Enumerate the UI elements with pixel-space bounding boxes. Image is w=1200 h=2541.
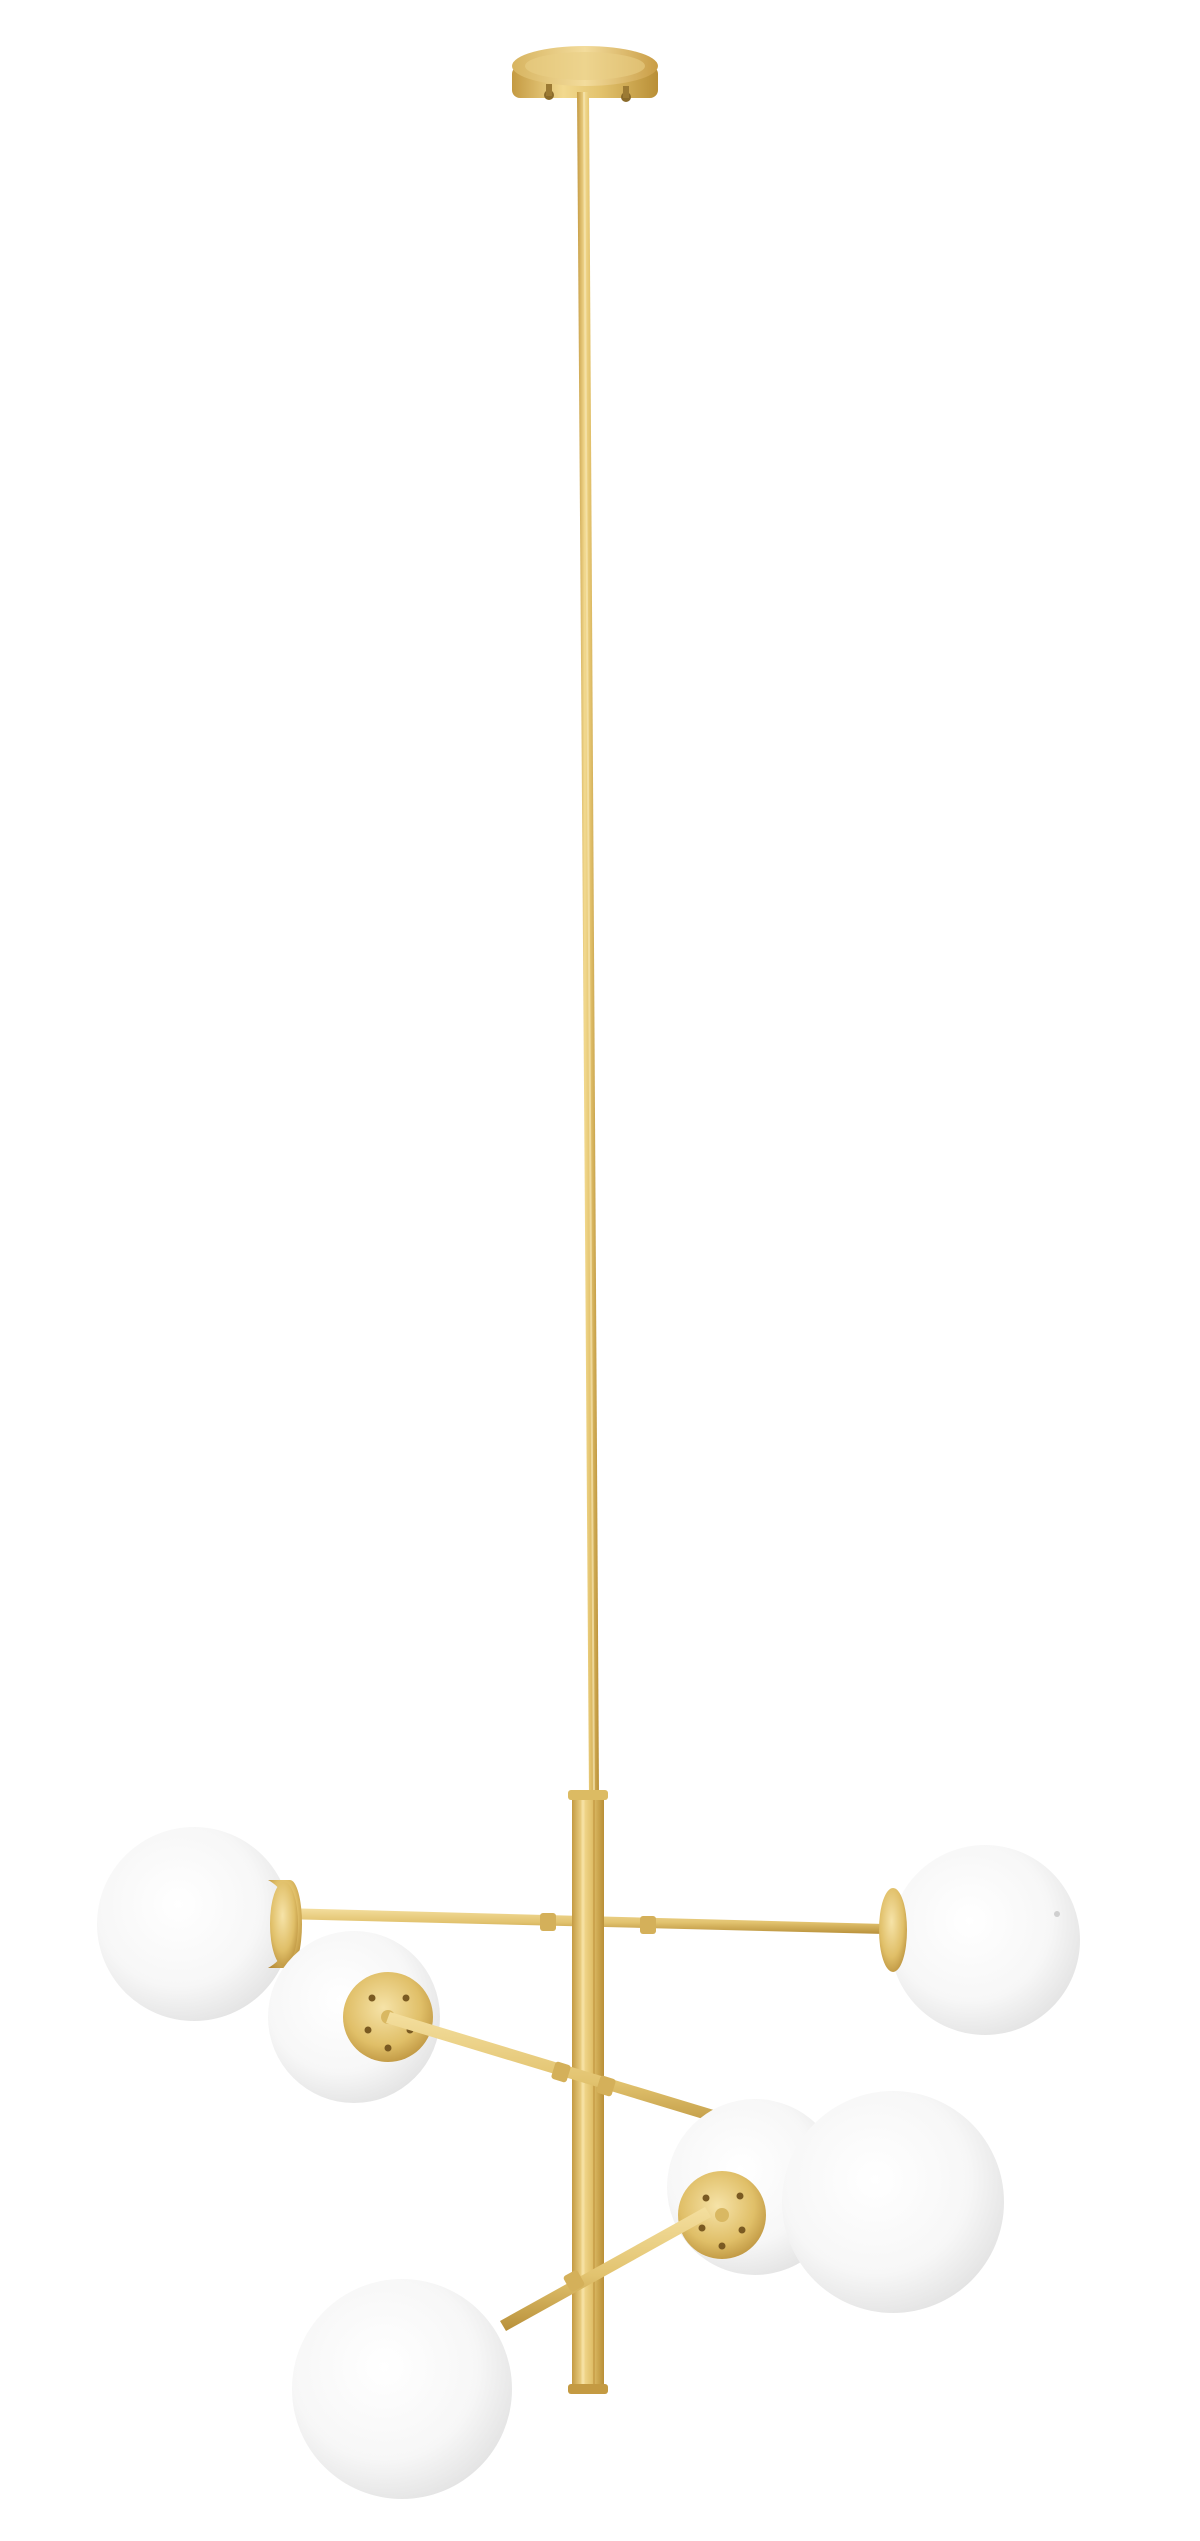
globe-lower-right-front bbox=[782, 2091, 1004, 2313]
globe-bottom-left bbox=[292, 2279, 512, 2499]
globe-middle-left bbox=[268, 1931, 440, 2103]
globe-upper-left bbox=[97, 1827, 302, 2021]
down-rod bbox=[577, 91, 599, 1799]
product-photo bbox=[97, 46, 1080, 2499]
diagonal-arm-lower bbox=[500, 2207, 711, 2331]
globe-upper-right bbox=[879, 1845, 1080, 2035]
